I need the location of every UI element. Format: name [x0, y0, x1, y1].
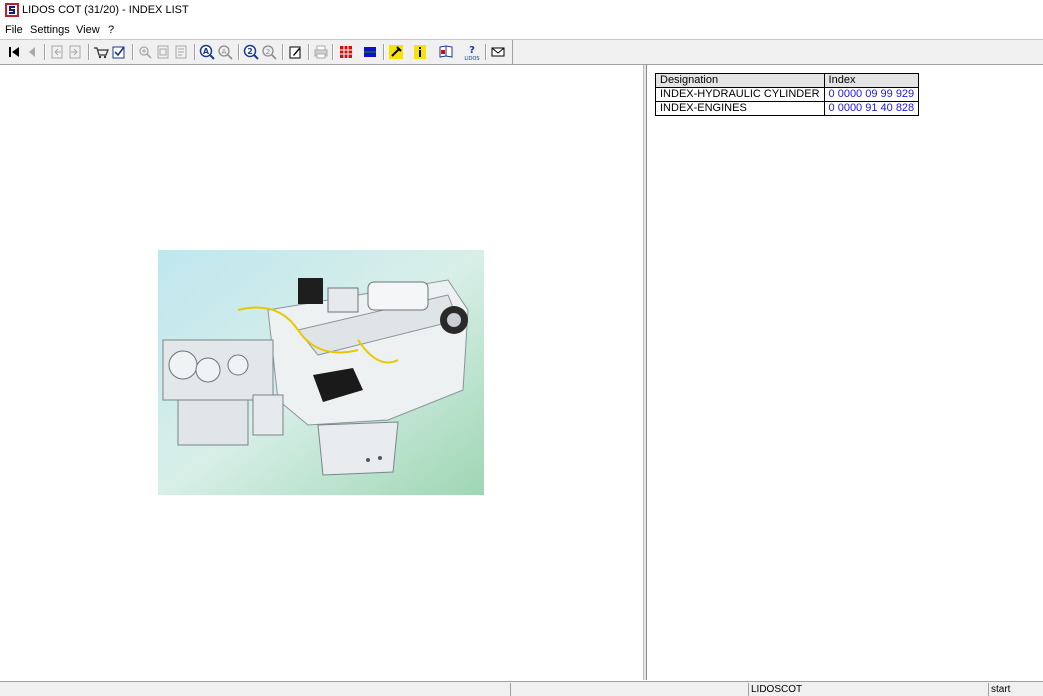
- toolbar: A A 2 2 ? LIDOS: [0, 40, 1043, 65]
- back-doc-icon[interactable]: [48, 43, 66, 61]
- status-app-name: LIDOSCOT: [748, 683, 988, 696]
- page-view-icon[interactable]: [172, 43, 190, 61]
- menu-help[interactable]: ?: [108, 24, 114, 37]
- info-icon[interactable]: [411, 43, 429, 61]
- print-icon[interactable]: [312, 43, 330, 61]
- checklist-icon[interactable]: [110, 43, 128, 61]
- search-a-next-icon[interactable]: A: [216, 43, 234, 61]
- book-icon[interactable]: [437, 43, 455, 61]
- table-row[interactable]: INDEX-ENGINES 0 0000 91 40 828: [655, 101, 920, 116]
- image-pane: [0, 65, 643, 680]
- svg-text:2: 2: [266, 48, 270, 56]
- svg-text:A: A: [203, 47, 210, 56]
- row-index-link[interactable]: 0 0000 09 99 929: [823, 87, 920, 102]
- table-row[interactable]: INDEX-HYDRAULIC CYLINDER 0 0000 09 99 92…: [655, 87, 920, 102]
- index-table: Designation Index INDEX-HYDRAULIC CYLIND…: [655, 73, 920, 116]
- zoom-in-icon[interactable]: [136, 43, 154, 61]
- svg-text:LIDOS: LIDOS: [464, 56, 479, 61]
- edit-note-icon[interactable]: [286, 43, 304, 61]
- search-a-icon[interactable]: A: [198, 43, 216, 61]
- fit-page-icon[interactable]: [154, 43, 172, 61]
- status-cell-empty: [510, 683, 748, 696]
- grid-table-icon[interactable]: [337, 43, 355, 61]
- lidos-app-icon: [5, 3, 19, 17]
- title-bar: LIDOS COT (31/20) - INDEX LIST: [0, 0, 1043, 21]
- svg-text:?: ?: [469, 45, 475, 56]
- blue-square-icon[interactable]: [361, 43, 379, 61]
- forward-doc-icon[interactable]: [66, 43, 84, 61]
- svg-text:2: 2: [247, 47, 253, 56]
- menu-view[interactable]: View: [76, 24, 100, 37]
- tools-icon[interactable]: [387, 43, 405, 61]
- cart-icon[interactable]: [92, 43, 110, 61]
- window-title: LIDOS COT (31/20) - INDEX LIST: [22, 4, 189, 16]
- engine-image: [158, 250, 484, 495]
- status-bar: LIDOSCOT start: [0, 681, 1043, 696]
- lidos-help-icon[interactable]: ? LIDOS: [463, 43, 481, 61]
- menu-file[interactable]: File: [5, 24, 23, 37]
- column-header-designation[interactable]: Designation: [655, 73, 825, 88]
- menu-settings[interactable]: Settings: [30, 24, 70, 37]
- row-designation: INDEX-HYDRAULIC CYLINDER: [655, 87, 825, 102]
- svg-text:A: A: [222, 48, 227, 56]
- column-header-index[interactable]: Index: [823, 73, 920, 88]
- search-2-icon[interactable]: 2: [242, 43, 260, 61]
- row-designation: INDEX-ENGINES: [655, 101, 825, 116]
- menu-bar: File Settings View ?: [0, 21, 1043, 40]
- table-header-row: Designation Index: [655, 73, 920, 88]
- row-index-link[interactable]: 0 0000 91 40 828: [823, 101, 920, 116]
- status-state: start: [988, 683, 1043, 696]
- mail-icon[interactable]: [489, 43, 507, 61]
- previous-page-icon[interactable]: [23, 43, 41, 61]
- index-pane: Designation Index INDEX-HYDRAULIC CYLIND…: [647, 65, 1043, 680]
- first-page-icon[interactable]: [5, 43, 23, 61]
- search-2-next-icon[interactable]: 2: [260, 43, 278, 61]
